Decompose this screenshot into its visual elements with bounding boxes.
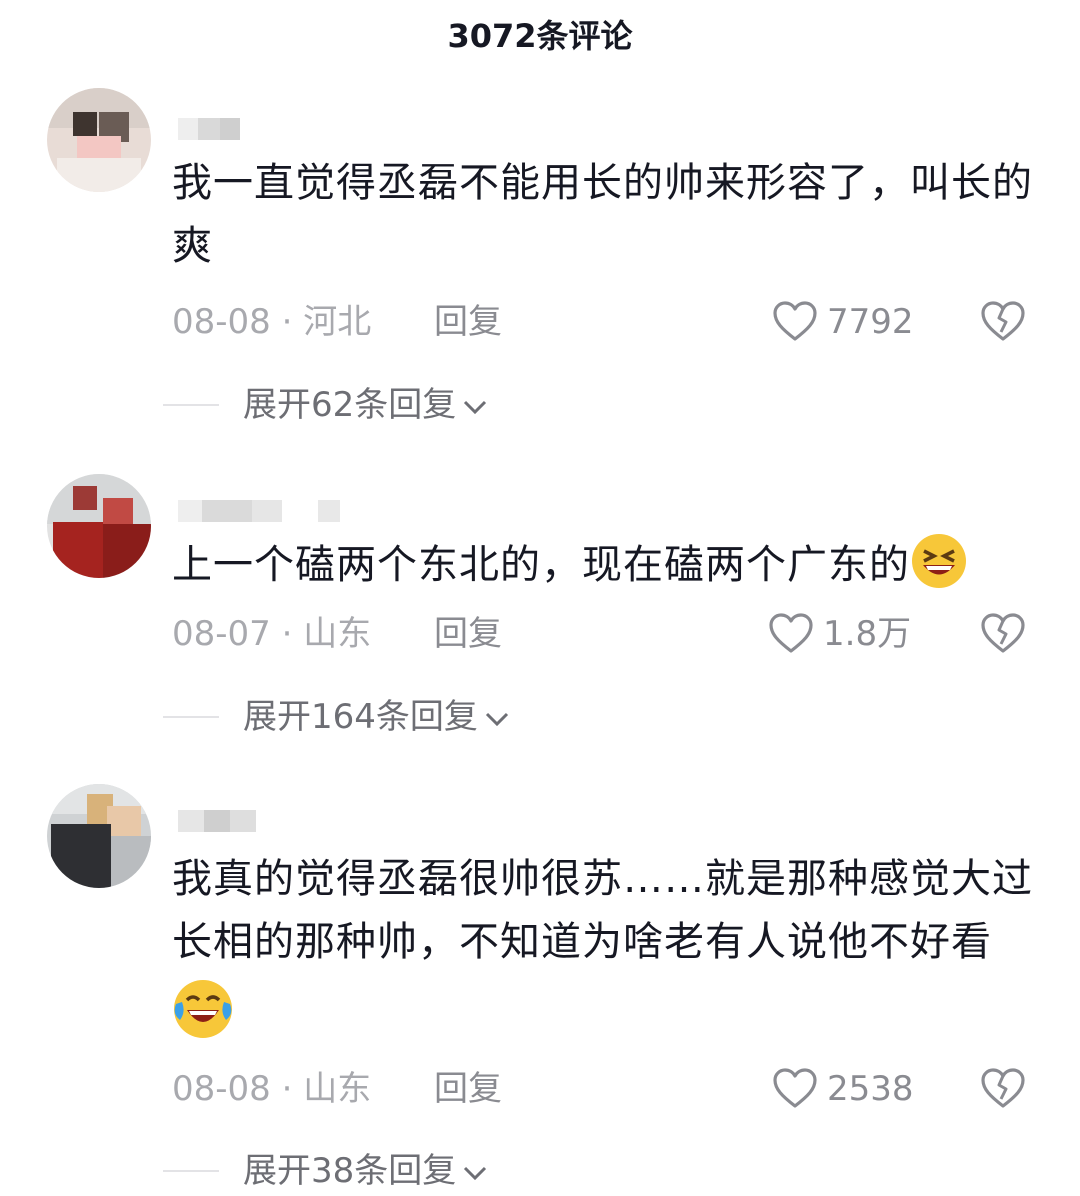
- chevron-down-icon: [485, 712, 508, 726]
- date-location: 08-08 · 山东: [172, 1069, 372, 1109]
- laughing-crying-emoji: [174, 980, 232, 1038]
- expand-replies-label: 展开164条回复: [243, 697, 478, 737]
- reply-button[interactable]: 回复: [434, 1064, 502, 1114]
- date-location: 08-07 · 山东: [172, 614, 372, 654]
- comments-count-title: 3072条评论: [447, 17, 633, 55]
- expand-replies[interactable]: 展开164条回复: [163, 692, 763, 742]
- comment-text: 上一个磕两个东北的，现在磕两个广东的: [172, 534, 1042, 597]
- comment-meta: 08-08 · 河北 回复 7792: [172, 297, 1032, 347]
- heart-outline-icon: [773, 301, 817, 341]
- expand-replies[interactable]: 展开62条回复: [163, 380, 763, 430]
- heart-outline-icon: [773, 1068, 817, 1108]
- reply-button[interactable]: 回复: [434, 609, 502, 659]
- expand-replies-label: 展开62条回复: [243, 385, 457, 425]
- comment-meta: 08-07 · 山东 回复 1.8万: [172, 609, 1032, 659]
- heart-outline-icon: [769, 613, 813, 653]
- chevron-down-icon: [464, 400, 487, 414]
- avatar[interactable]: [47, 88, 151, 192]
- comment-text: 我真的觉得丞磊很帅很苏……就是那种感觉大过长相的那种帅，不知道为啥老有人说他不好…: [172, 848, 1042, 1047]
- like-count: 1.8万: [823, 614, 912, 654]
- like-count: 7792: [827, 302, 914, 342]
- avatar[interactable]: [47, 474, 151, 578]
- broken-heart-icon: [981, 1068, 1025, 1108]
- broken-heart-icon: [981, 613, 1025, 653]
- broken-heart-icon: [981, 301, 1025, 341]
- divider-line: [163, 404, 219, 406]
- expand-replies[interactable]: 展开38条回复: [163, 1146, 763, 1196]
- expand-replies-label: 展开38条回复: [243, 1151, 457, 1191]
- dislike-button[interactable]: [980, 1067, 1026, 1113]
- dislike-button[interactable]: [980, 612, 1026, 658]
- grinning-squint-emoji: [912, 534, 966, 588]
- divider-line: [163, 1170, 219, 1172]
- comment-meta: 08-08 · 山东 回复 2538: [172, 1064, 1032, 1114]
- divider-line: [163, 716, 219, 718]
- chevron-down-icon: [464, 1166, 487, 1180]
- like-count: 2538: [827, 1069, 914, 1109]
- avatar[interactable]: [47, 784, 151, 888]
- date-location: 08-08 · 河北: [172, 302, 372, 342]
- reply-button[interactable]: 回复: [434, 297, 502, 347]
- dislike-button[interactable]: [980, 300, 1026, 346]
- comment-text: 我一直觉得丞磊不能用长的帅来形容了，叫长的爽: [172, 160, 1033, 269]
